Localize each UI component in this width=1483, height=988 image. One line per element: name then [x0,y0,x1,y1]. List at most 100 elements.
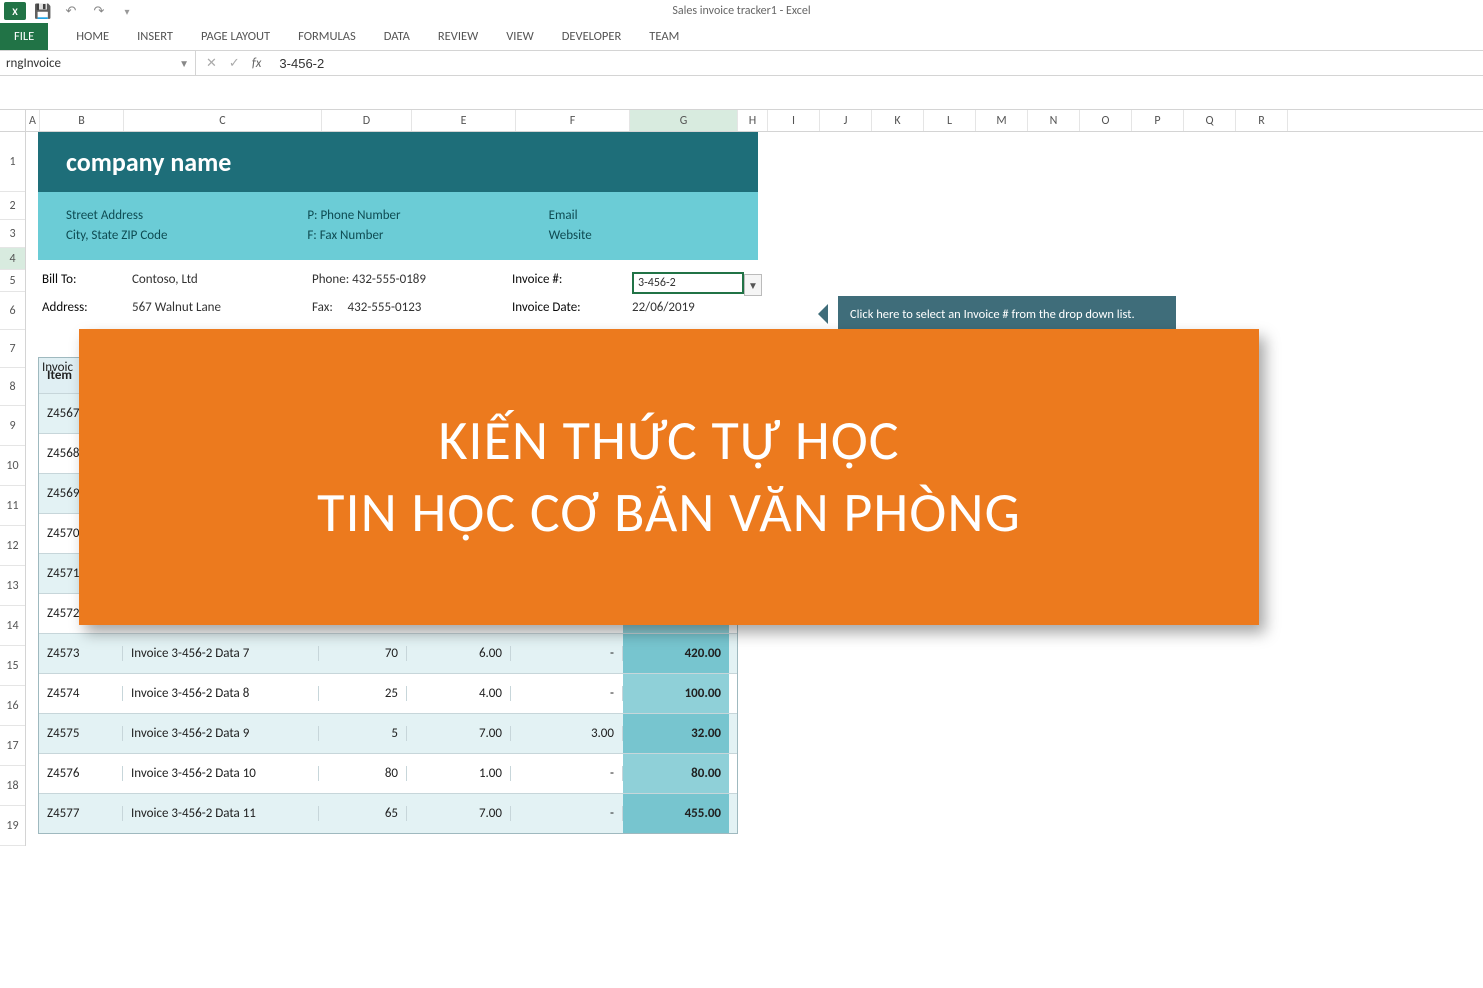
cell-unit-price: 6.00 [407,646,511,661]
cell-desc: Invoice 3-456-2 Data 7 [123,646,319,661]
tab-insert[interactable]: INSERT [137,29,173,44]
qat-customize-icon[interactable]: ▾ [116,2,138,20]
tab-data[interactable]: DATA [384,29,410,44]
row-17[interactable]: 17 [0,726,25,766]
cell-discount: 3.00 [511,726,623,741]
redo-icon[interactable]: ↷ [88,2,110,20]
col-L[interactable]: L [924,110,976,131]
col-P[interactable]: P [1132,110,1184,131]
info-banner: Street Address City, State ZIP Code P: P… [38,192,758,260]
cell-price: 455.00 [623,794,729,833]
invoice-number-value: 3-456-2 [638,276,676,290]
tab-home[interactable]: HOME [76,29,109,44]
column-headers: A B C D E F G H I J K L M N O P Q R [0,110,1483,132]
tab-formulas[interactable]: FORMULAS [298,29,356,44]
name-box[interactable]: rngInvoice ▼ [0,51,196,75]
billto-label: Bill To: [42,272,132,294]
cell-price: 100.00 [623,674,729,713]
undo-icon[interactable]: ↶ [60,2,82,20]
cell-qty: 80 [319,766,407,781]
col-O[interactable]: O [1080,110,1132,131]
table-row[interactable]: Z4577Invoice 3-456-2 Data 11657.00-455.0… [39,793,737,833]
col-G[interactable]: G [630,110,738,131]
cell-discount: - [511,806,623,821]
table-row[interactable]: Z4573Invoice 3-456-2 Data 7706.00-420.00 [39,633,737,673]
formula-accept-icon[interactable]: ✓ [229,56,240,71]
email-placeholder: Email [549,206,730,226]
col-D[interactable]: D [322,110,412,131]
cell-item: Z4574 [39,686,123,701]
ribbon-tabs: FILE HOME INSERT PAGE LAYOUT FORMULAS DA… [0,22,1483,50]
overlay-line2: TIN HỌC CƠ BẢN VĂN PHÒNG [317,479,1021,547]
formula-input[interactable] [271,52,1483,75]
cell-desc: Invoice 3-456-2 Data 8 [123,686,319,701]
cell-item: Z4575 [39,726,123,741]
row-19[interactable]: 19 [0,806,25,846]
row-13[interactable]: 13 [0,566,25,606]
cell-price: 32.00 [623,714,729,753]
cell-unit-price: 7.00 [407,726,511,741]
col-A[interactable]: A [26,110,40,131]
col-R[interactable]: R [1236,110,1288,131]
table-row[interactable]: Z4576Invoice 3-456-2 Data 10801.00-80.00 [39,753,737,793]
company-banner: company name [38,132,758,192]
select-all-corner[interactable] [0,110,26,131]
tab-file[interactable]: FILE [0,23,48,50]
excel-app-icon: X [4,2,26,20]
row-4[interactable]: 4 [0,248,25,270]
cell-qty: 5 [319,726,407,741]
col-H[interactable]: H [738,110,768,131]
cell-price: 420.00 [623,634,729,673]
col-M[interactable]: M [976,110,1028,131]
name-box-dropdown-icon[interactable]: ▼ [179,57,189,70]
col-Q[interactable]: Q [1184,110,1236,131]
col-I[interactable]: I [768,110,820,131]
row-18[interactable]: 18 [0,766,25,806]
phone-value: 432-555-0189 [352,272,426,287]
col-F[interactable]: F [516,110,630,131]
invdate-value: 22/06/2019 [632,300,752,315]
row-12[interactable]: 12 [0,526,25,566]
row-11[interactable]: 11 [0,486,25,526]
col-J[interactable]: J [820,110,872,131]
cell-desc: Invoice 3-456-2 Data 11 [123,806,319,821]
tab-review[interactable]: REVIEW [438,29,478,44]
formula-cancel-icon[interactable]: ✕ [206,56,217,71]
row-16[interactable]: 16 [0,686,25,726]
tab-page-layout[interactable]: PAGE LAYOUT [201,29,270,44]
fax-placeholder: F: Fax Number [307,226,488,246]
save-icon[interactable]: 💾 [32,2,54,20]
invoice-number-dropdown-icon[interactable]: ▼ [744,274,762,296]
row-6[interactable]: 6 [0,292,25,330]
row-10[interactable]: 10 [0,446,25,486]
row-headers: 1 2 3 4 5 6 7 8 9 10 11 12 13 14 15 16 1… [0,132,26,846]
row-15[interactable]: 15 [0,646,25,686]
street-address: Street Address [66,206,247,226]
col-E[interactable]: E [412,110,516,131]
formula-expand-area [0,76,1483,110]
fx-icon[interactable]: fx [252,56,262,71]
col-C[interactable]: C [124,110,322,131]
table-row[interactable]: Z4574Invoice 3-456-2 Data 8254.00-100.00 [39,673,737,713]
fax-value: 432-555-0123 [348,300,422,315]
row-1[interactable]: 1 [0,132,25,192]
tab-developer[interactable]: DEVELOPER [562,29,622,44]
cell-item: Z4577 [39,806,123,821]
col-K[interactable]: K [872,110,924,131]
row-14[interactable]: 14 [0,606,25,646]
app-title: Sales invoice tracker1 - Excel [0,4,1483,18]
row-3[interactable]: 3 [0,220,25,248]
col-N[interactable]: N [1028,110,1080,131]
row-2[interactable]: 2 [0,192,25,220]
invoice-number-cell[interactable]: 3-456-2 ▼ [632,272,744,294]
tab-view[interactable]: VIEW [506,29,533,44]
row-5[interactable]: 5 [0,270,25,292]
table-row[interactable]: Z4575Invoice 3-456-2 Data 957.003.0032.0… [39,713,737,753]
row-8[interactable]: 8 [0,368,25,406]
fax-label: Fax: [312,300,333,315]
tab-team[interactable]: TEAM [649,29,679,44]
col-B[interactable]: B [40,110,124,131]
row-7[interactable]: 7 [0,330,25,368]
row-9[interactable]: 9 [0,406,25,446]
invno-label: Invoice #: [512,272,632,294]
